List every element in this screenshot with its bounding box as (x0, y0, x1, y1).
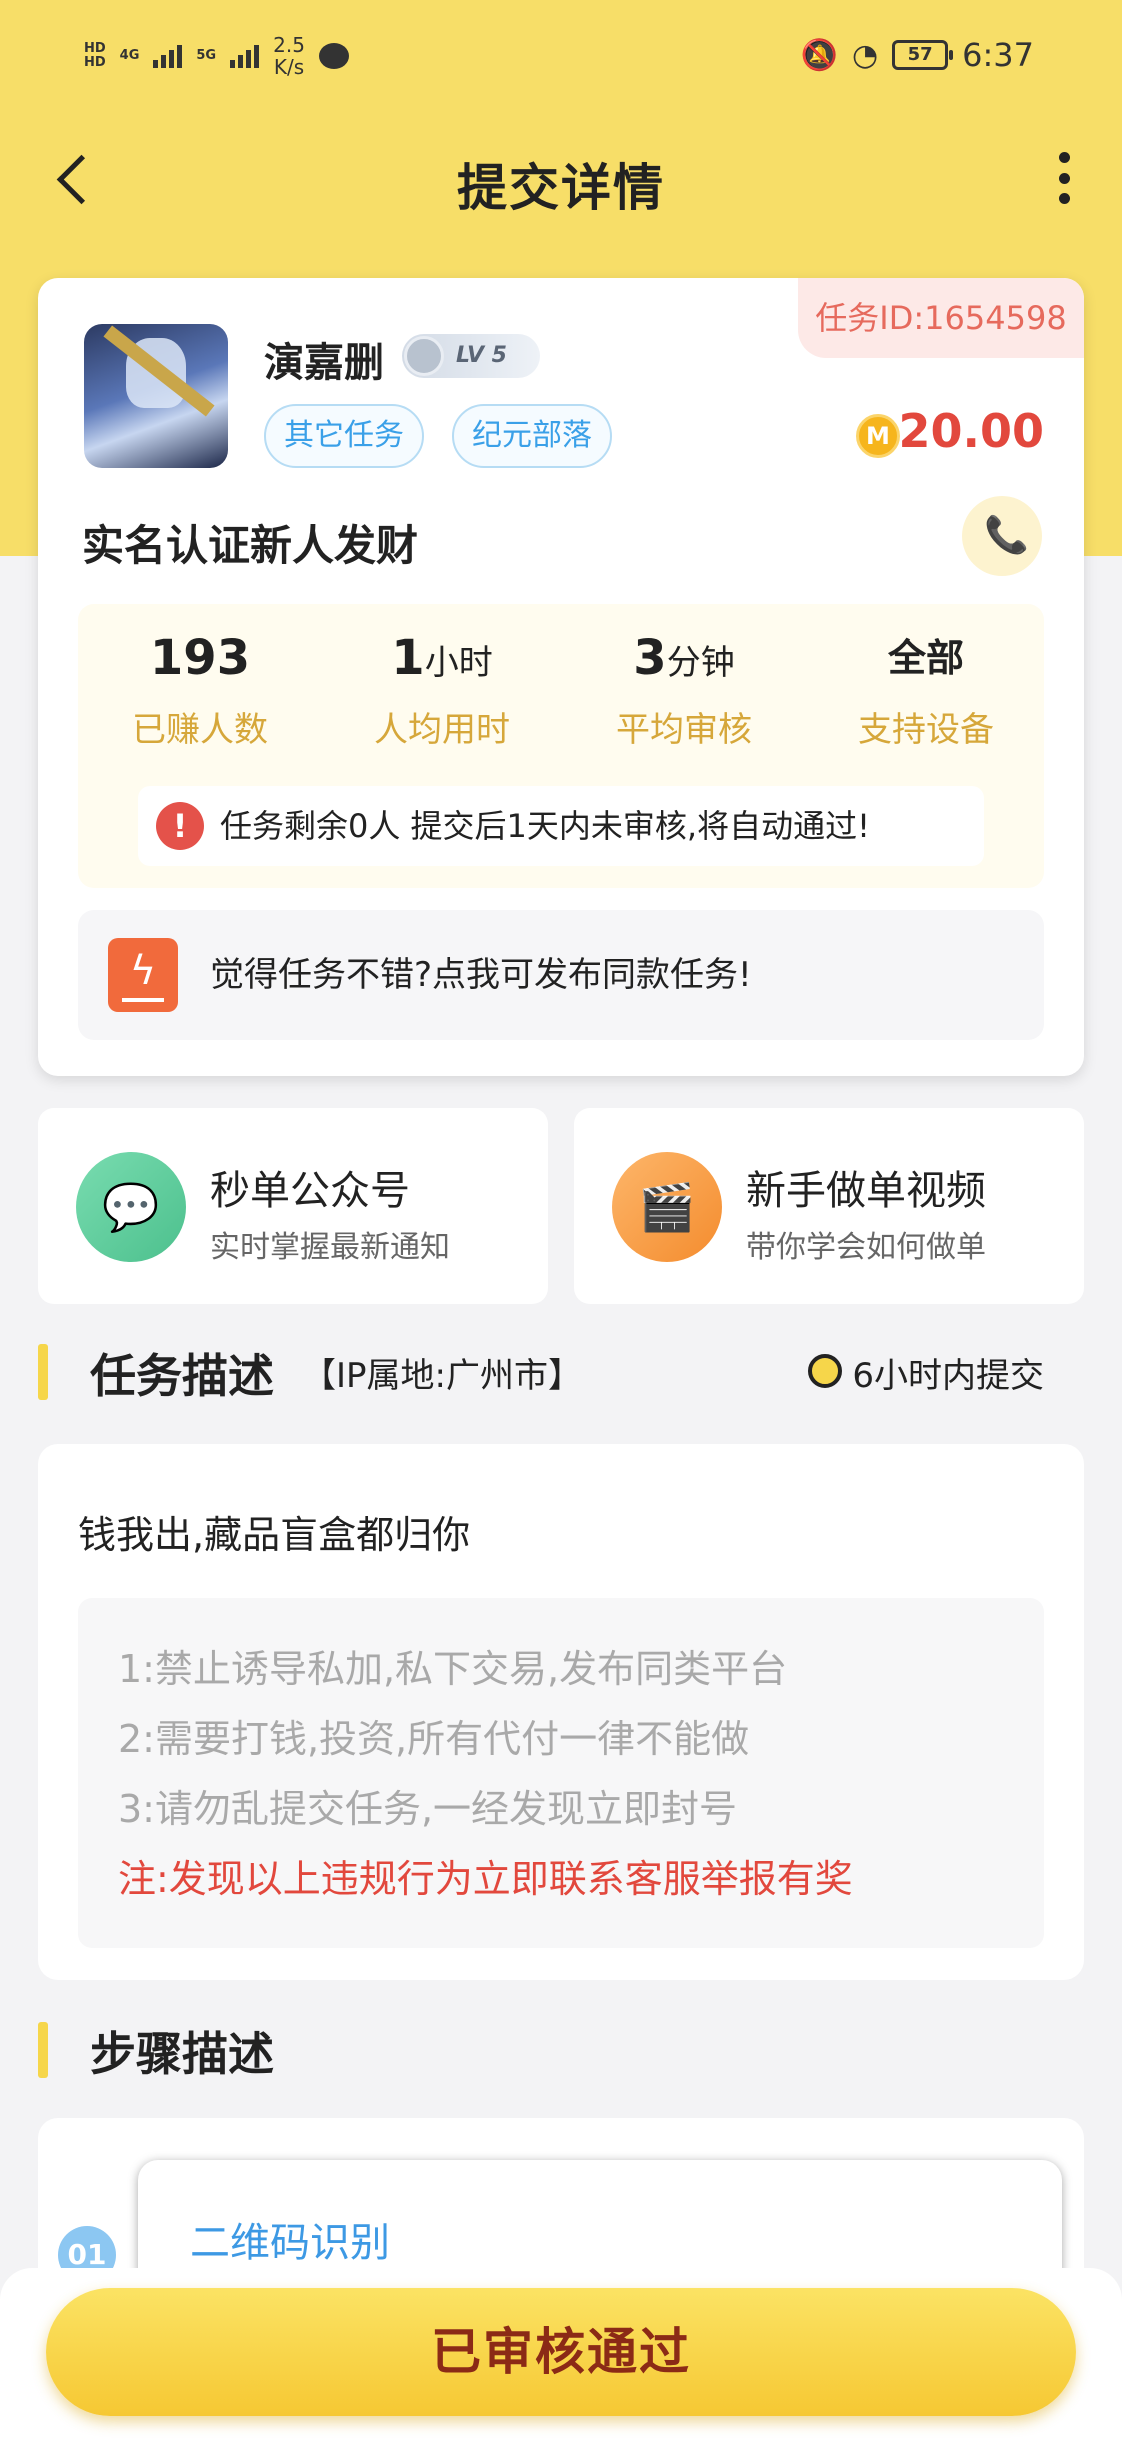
speedometer-icon: ◔ (851, 37, 879, 73)
publish-similar-task-button[interactable]: ϟ 觉得任务不错?点我可发布同款任务! (78, 910, 1044, 1040)
mute-bell-icon: 🔕 (800, 37, 838, 73)
warning-notice: ! 任务剩余0人 提交后1天内未审核,将自动通过! (138, 786, 984, 866)
signal-icon (230, 44, 260, 68)
level-badge: LV 5 (402, 334, 540, 378)
wechat-account-card[interactable]: 💬 秒单公众号 实时掌握最新通知 (38, 1108, 548, 1304)
stat-avg-review: 3分钟 平均审核 (616, 630, 752, 750)
report-notice: 注:发现以上违规行为立即联系客服举报有奖 (118, 1857, 853, 1901)
rule-item: 3:请勿乱提交任务,一经发现立即封号 (118, 1787, 738, 1831)
signal-icon (153, 44, 183, 68)
network-4g-label: 4G (119, 48, 140, 63)
section-marker (38, 2022, 48, 2078)
stat-earned-count: 193 已赚人数 (132, 630, 268, 750)
level-icon (404, 336, 444, 376)
hd-indicator: HD HD (84, 41, 106, 70)
steps-heading: 步骤描述 (90, 2027, 274, 2081)
step-label: 二维码识别 (190, 2220, 390, 2266)
battery-icon: 57 (892, 40, 954, 70)
clock-icon (808, 1354, 843, 1388)
section-marker (38, 1344, 48, 1400)
task-id-badge: 任务ID:1654598 (798, 278, 1084, 358)
description-text: 钱我出,藏品盲盒都归你 (78, 1513, 471, 1557)
page-title: 提交详情 (457, 159, 665, 217)
ip-location: 【IP属地:广州市】 (302, 1356, 582, 1396)
rule-item: 2:需要打钱,投资,所有代付一律不能做 (118, 1717, 750, 1761)
tag-other-tasks[interactable]: 其它任务 (264, 404, 424, 468)
tag-tribe[interactable]: 纪元部落 (452, 404, 612, 468)
network-speed: 2.5 K/s (273, 33, 305, 79)
more-options-button[interactable] (1046, 148, 1082, 208)
description-card: 钱我出,藏品盲盒都归你 1:禁止诱导私加,私下交易,发布同类平台 2:需要打钱,… (38, 1444, 1084, 1980)
exclamation-icon: ! (156, 802, 204, 850)
reward-amount: 20.00 (898, 404, 1044, 458)
message-icon (318, 43, 349, 69)
approved-status-button[interactable]: 已审核通过 (46, 2288, 1076, 2416)
rule-item: 1:禁止诱导私加,私下交易,发布同类平台 (118, 1647, 788, 1691)
task-title: 实名认证新人发财 (82, 521, 419, 570)
video-icon: 🎬 (612, 1152, 722, 1262)
network-5g-label: 5G (196, 48, 217, 63)
task-card: 任务ID:1654598 演嘉删 LV 5 其它任务 纪元部落 M 20.00 … (38, 278, 1084, 1076)
bottom-action-bar: 已审核通过 (0, 2268, 1122, 2442)
coin-icon: M (856, 414, 900, 458)
contact-phone-button[interactable]: 📞 (962, 496, 1042, 576)
status-left: HD HD 4G 5G 2.5 K/s (84, 34, 349, 78)
status-bar: HD HD 4G 5G 2.5 K/s 🔕 ◔ 57 6:37 (0, 0, 1122, 118)
phone-icon: 📞 (984, 515, 1029, 556)
stat-devices: 全部 支持设备 (858, 636, 994, 750)
tutorial-video-card[interactable]: 🎬 新手做单视频 带你学会如何做单 (574, 1108, 1084, 1304)
wechat-icon: 💬 (76, 1152, 186, 1262)
flash-icon: ϟ (108, 938, 178, 1012)
status-right: 🔕 ◔ 57 6:37 (801, 36, 1034, 74)
clock-time: 6:37 (962, 36, 1034, 74)
stat-avg-time: 1小时 人均用时 (374, 630, 510, 750)
user-name: 演嘉删 (264, 340, 384, 386)
rules-box: 1:禁止诱导私加,私下交易,发布同类平台 2:需要打钱,投资,所有代付一律不能做… (78, 1598, 1044, 1948)
submit-deadline: 6小时内提交 (808, 1348, 1044, 1397)
stats-panel: 193 已赚人数 1小时 人均用时 3分钟 平均审核 全部 支持设备 ! 任务剩… (78, 604, 1044, 888)
nav-header: 提交详情 (0, 128, 1122, 228)
avatar[interactable] (84, 324, 228, 468)
description-heading: 任务描述 (90, 1349, 274, 1403)
